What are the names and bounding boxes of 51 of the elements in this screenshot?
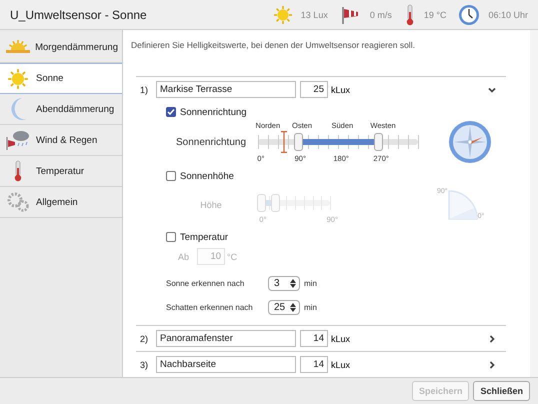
checkbox-label: Sonnenhöhe <box>180 170 234 182</box>
sun-icon <box>272 4 293 24</box>
status-reading: 0 m/s <box>370 10 392 20</box>
unit-label: kLux <box>331 334 352 344</box>
dialog-button[interactable]: Schließen <box>473 381 530 401</box>
unit-label: min <box>304 278 317 288</box>
name-field[interactable]: Panoramafenster <box>156 330 296 347</box>
minutes-stepper[interactable]: 3 <box>268 276 300 290</box>
unit-label: kLux <box>331 84 352 94</box>
cloud-rain-icon <box>5 129 31 151</box>
unit-label: kLux <box>331 360 352 370</box>
row-number: 3) <box>139 360 150 370</box>
row-number: 1) <box>139 84 150 94</box>
lux-field[interactable]: 14 <box>300 356 328 373</box>
checkbox[interactable] <box>166 171 176 181</box>
intro-text: Definieren Sie Helligkeitswerte, bei denen der Umweltsensor reagieren soll. <box>131 40 416 50</box>
stepper-arrows-icon[interactable] <box>290 278 296 288</box>
checkbox[interactable] <box>166 232 176 242</box>
slider-thumb[interactable] <box>374 133 383 151</box>
unit-label: °C <box>227 252 238 262</box>
sun-icon <box>7 68 29 90</box>
delay-label: Schatten erkennen nach <box>166 302 254 312</box>
slider-label: Höhe <box>199 200 223 210</box>
gears-icon <box>6 191 30 213</box>
checkbox-label: Sonnenrichtung <box>180 106 247 118</box>
prefix-label: Ab <box>178 252 190 262</box>
thermometer-icon <box>12 159 24 183</box>
lux-field[interactable]: 14 <box>300 330 328 347</box>
clock-icon <box>458 4 480 26</box>
lux-field[interactable]: 25 <box>300 81 328 98</box>
status-reading: 19 °C <box>424 10 446 20</box>
slider-thumb[interactable] <box>294 133 303 151</box>
checkbox-label: Temperatur <box>180 232 228 242</box>
chevron-down-icon[interactable] <box>488 86 496 94</box>
checkbox[interactable] <box>166 107 176 117</box>
unit-label: min <box>304 302 317 312</box>
chevron-right-icon[interactable] <box>488 334 496 342</box>
stepper-arrows-icon[interactable] <box>290 302 296 312</box>
compass-icon <box>448 120 492 164</box>
window-title: U_Umweltsensor - Sonne <box>10 8 147 22</box>
minutes-stepper[interactable]: 25 <box>268 300 300 314</box>
chevron-right-icon[interactable] <box>488 360 496 368</box>
status-reading: 13 Lux <box>300 10 328 20</box>
status-reading: 06:10 Uhr <box>488 10 528 20</box>
name-field[interactable]: Nachbarseite <box>156 356 296 373</box>
name-field[interactable]: Markise Terrasse <box>156 81 296 98</box>
sidebar-item[interactable]: Sonne <box>0 63 122 94</box>
slider-label: Sonnenrichtung <box>174 136 248 148</box>
row-number: 2) <box>139 334 150 344</box>
sunrise-icon <box>4 39 31 55</box>
delay-label: Sonne erkennen nach <box>166 278 246 288</box>
